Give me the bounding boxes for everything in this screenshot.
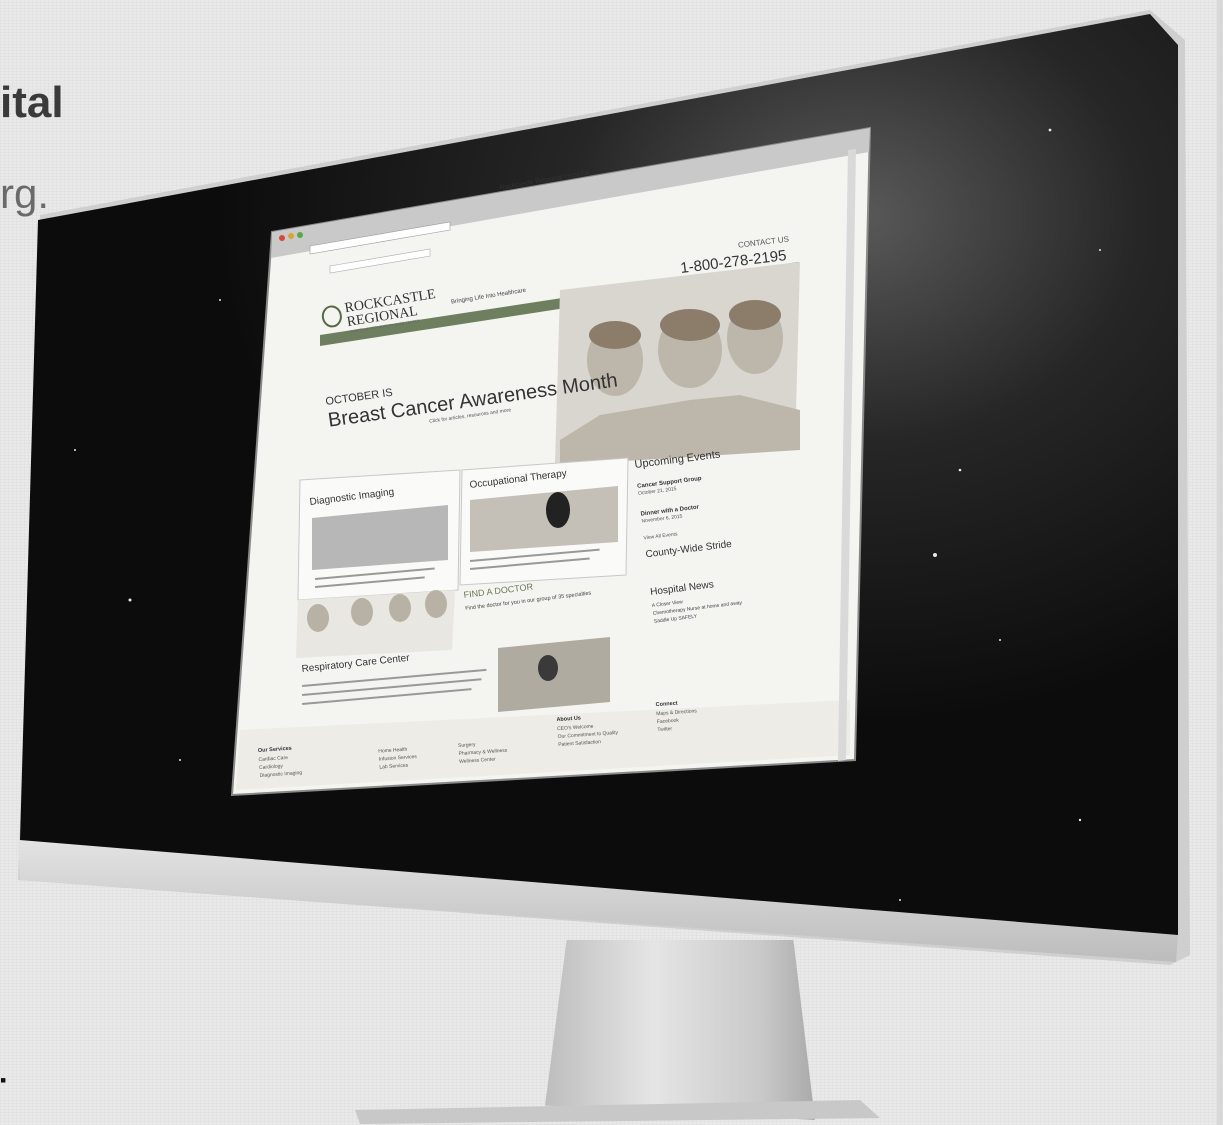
close-icon — [279, 235, 285, 241]
zoom-icon — [297, 232, 303, 238]
minimize-icon — [288, 233, 294, 239]
footer-col5-item3: Twitter — [657, 726, 672, 733]
browser-window: Rockcastle Regional Hospital ROCKCASTLE … — [230, 126, 872, 797]
footer-col3-item1: Surgery — [458, 742, 476, 749]
